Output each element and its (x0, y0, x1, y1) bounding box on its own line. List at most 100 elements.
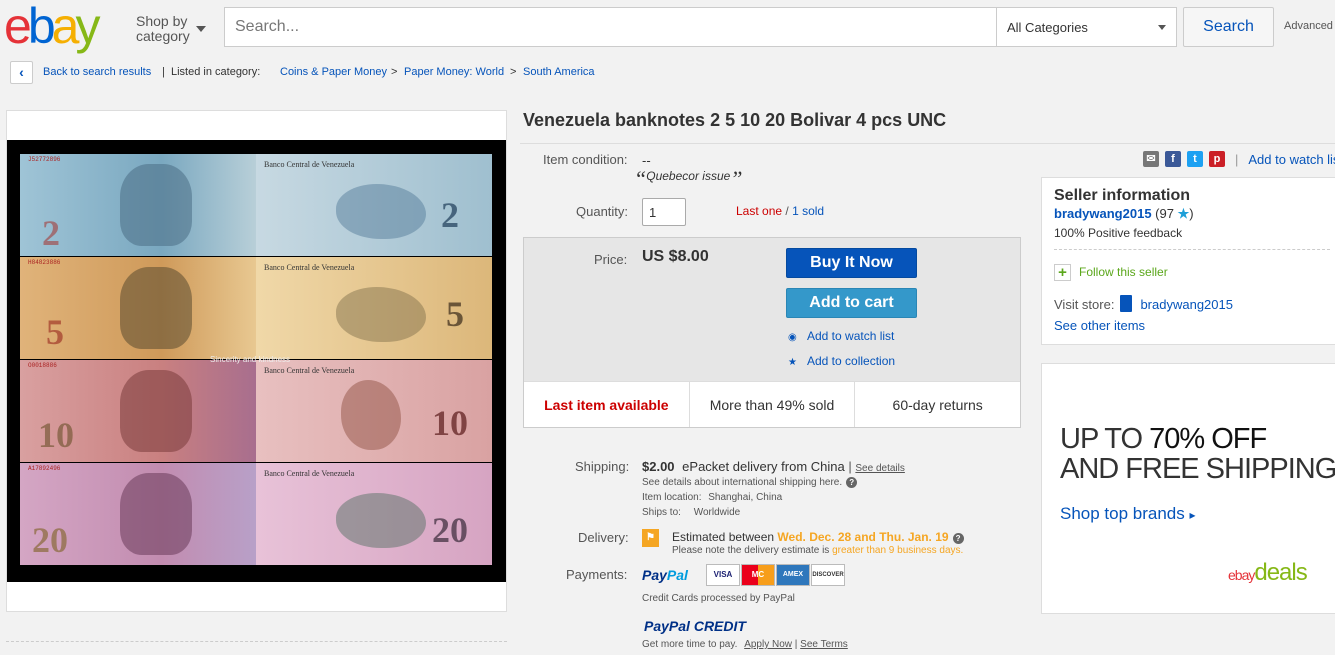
banknote-back: Banco Central de Venezuela 10 (256, 360, 492, 462)
breadcrumb-separator: | (162, 66, 165, 78)
banknote-denomination: 10 (38, 415, 74, 455)
portrait-image (120, 370, 192, 452)
armadillo-image (336, 287, 426, 342)
chevron-down-icon[interactable] (196, 26, 206, 32)
email-icon[interactable]: ✉ (1143, 151, 1159, 167)
credit-note: Get more time to pay. Apply Now | See Te… (642, 639, 848, 650)
banknote-bank-name: Banco Central de Venezuela (264, 263, 355, 272)
item-title: Venezuela banknotes 2 5 10 20 Bolivar 4 … (523, 110, 947, 130)
returns-policy: 60-day returns (892, 397, 983, 413)
chevron-down-icon (1158, 25, 1166, 30)
delivery-note: Please note the delivery estimate is gre… (672, 545, 963, 556)
advanced-search-link[interactable]: Advanced (1284, 20, 1333, 32)
pinterest-icon[interactable]: p (1209, 151, 1225, 167)
help-icon[interactable]: ? (846, 477, 858, 488)
header: ebay Shop by category All Categories Sea… (0, 0, 1335, 54)
payments-label: Payments: (566, 567, 628, 582)
banknote-front: A17892496 20 (20, 463, 256, 565)
banknote-denomination: 20 (432, 510, 468, 550)
seller-name-row: bradywang2015 (97 ★) (1054, 206, 1194, 222)
banknote-denomination: 5 (46, 312, 64, 352)
banknote-bank-name: Banco Central de Venezuela (264, 160, 355, 169)
see-details-link[interactable]: See details (855, 463, 904, 474)
back-arrow-icon[interactable]: ‹ (10, 61, 33, 84)
ships-to-value: Worldwide (693, 507, 741, 518)
add-to-cart-button[interactable]: Add to cart (786, 288, 917, 318)
shop-top-brands-link[interactable]: Shop top brands ▸ (1060, 504, 1196, 524)
ad-headline: UP TO 70% OFF AND FREE SHIPPING (1060, 424, 1335, 484)
availability-info: Last one / 1 sold (736, 204, 824, 218)
intl-shipping-note: See details about international shipping… (642, 477, 858, 488)
deals-logo-ebay: ebay (1228, 567, 1255, 583)
banknote-denomination: 20 (32, 520, 68, 560)
banknote-serial: O0018886 (28, 362, 57, 369)
positive-feedback: 100% Positive feedback (1054, 226, 1183, 240)
last-one-text: Last one (736, 204, 783, 218)
delivery-estimate: Estimated between Wed. Dec. 28 and Thu. … (672, 530, 964, 544)
twitter-icon[interactable]: t (1187, 151, 1203, 167)
breadcrumb-category-world[interactable]: Paper Money: World (404, 66, 504, 78)
category-selected: All Categories (1007, 20, 1088, 35)
banknote-back: Banco Central de Venezuela 2 (256, 154, 492, 256)
quantity-input[interactable]: 1 (642, 198, 686, 226)
add-to-watch-list-link[interactable]: ◉ Add to watch list (788, 329, 894, 343)
portrait-image (120, 164, 192, 246)
breadcrumb-category-coins[interactable]: Coins & Paper Money (280, 66, 387, 78)
breadcrumb-category-south-america[interactable]: South America (523, 66, 595, 78)
ebay-logo[interactable]: ebay (4, 1, 100, 51)
separator: | (848, 459, 852, 474)
star-icon: ★ (788, 357, 797, 368)
add-to-watch-list-link[interactable]: Add to watch list (1248, 152, 1335, 167)
delivery-dates: Wed. Dec. 28 and Thu. Jan. 19 (777, 530, 949, 544)
category-select[interactable]: All Categories (996, 7, 1177, 47)
credit-note-text: Get more time to pay. (642, 639, 738, 650)
condition-label: Item condition: (543, 152, 628, 167)
seller-name-link[interactable]: bradywang2015 (1054, 206, 1152, 221)
plus-icon[interactable]: + (1054, 264, 1071, 281)
sold-count-link[interactable]: 1 sold (792, 204, 824, 218)
condition-note-text: Quebecor issue (646, 169, 731, 183)
add-to-collection-link[interactable]: ★ Add to collection (788, 354, 895, 368)
banknote-front: J52772896 2 (20, 154, 256, 256)
banknote-back: Banco Central de Venezuela 5 (256, 257, 492, 359)
separator: | (794, 639, 798, 650)
paypal-credit-logo: PayPal CREDIT (644, 618, 746, 634)
estimated-text: Estimated between (672, 530, 775, 544)
see-terms-link[interactable]: See Terms (800, 639, 848, 650)
store-icon (1120, 295, 1133, 312)
banknote-20: A17892496 20 Banco Central de Venezuela … (20, 463, 492, 565)
facebook-icon[interactable]: f (1165, 151, 1181, 167)
store-name-link[interactable]: bradywang2015 (1140, 297, 1233, 312)
logo-letter-b: b (27, 0, 56, 54)
percent-sold: More than 49% sold (690, 382, 856, 427)
search-input[interactable] (225, 8, 996, 46)
banknote-back: Banco Central de Venezuela 20 (256, 463, 492, 565)
amex-icon: AMEX (776, 564, 810, 586)
buy-it-now-button[interactable]: Buy It Now (786, 248, 917, 278)
divider (6, 641, 507, 642)
ebay-deals-ad[interactable]: UP TO 70% OFF AND FREE SHIPPING Shop top… (1041, 363, 1335, 614)
shipping-label: Shipping: (575, 459, 630, 474)
ships-to-label: Ships to: (642, 507, 681, 518)
feedback-score[interactable]: (97 (1155, 206, 1174, 221)
banknote-2: J52772896 2 Banco Central de Venezuela 2 (20, 154, 492, 256)
visit-store-row: Visit store: bradywang2015 (1054, 295, 1233, 312)
follow-seller-link[interactable]: Follow this seller (1079, 265, 1168, 279)
location-label: Item location: (642, 492, 702, 503)
apply-now-link[interactable]: Apply Now (744, 639, 792, 650)
shipping-cost: $2.00 (642, 459, 675, 474)
shipping-info: $2.00 ePacket delivery from China | See … (642, 459, 905, 474)
share-row: ✉ f t p | Add to watch list (1143, 151, 1335, 167)
mastercard-icon: MC (741, 564, 775, 586)
ad-line1-a: UP TO (1060, 423, 1150, 455)
banknote-bank-name: Banco Central de Venezuela (264, 366, 355, 375)
help-icon[interactable]: ? (952, 533, 964, 544)
see-other-items-link[interactable]: See other items (1054, 318, 1145, 333)
visit-store-label: Visit store: (1054, 297, 1115, 312)
back-to-search-link[interactable]: Back to search results (43, 66, 151, 78)
banknote-serial: J52772896 (28, 156, 61, 163)
shop-by-category-button[interactable]: Shop by category (136, 14, 190, 44)
ebay-deals-logo: ebaydeals (1228, 559, 1308, 587)
search-button[interactable]: Search (1183, 7, 1274, 47)
eye-icon: ◉ (788, 332, 797, 343)
